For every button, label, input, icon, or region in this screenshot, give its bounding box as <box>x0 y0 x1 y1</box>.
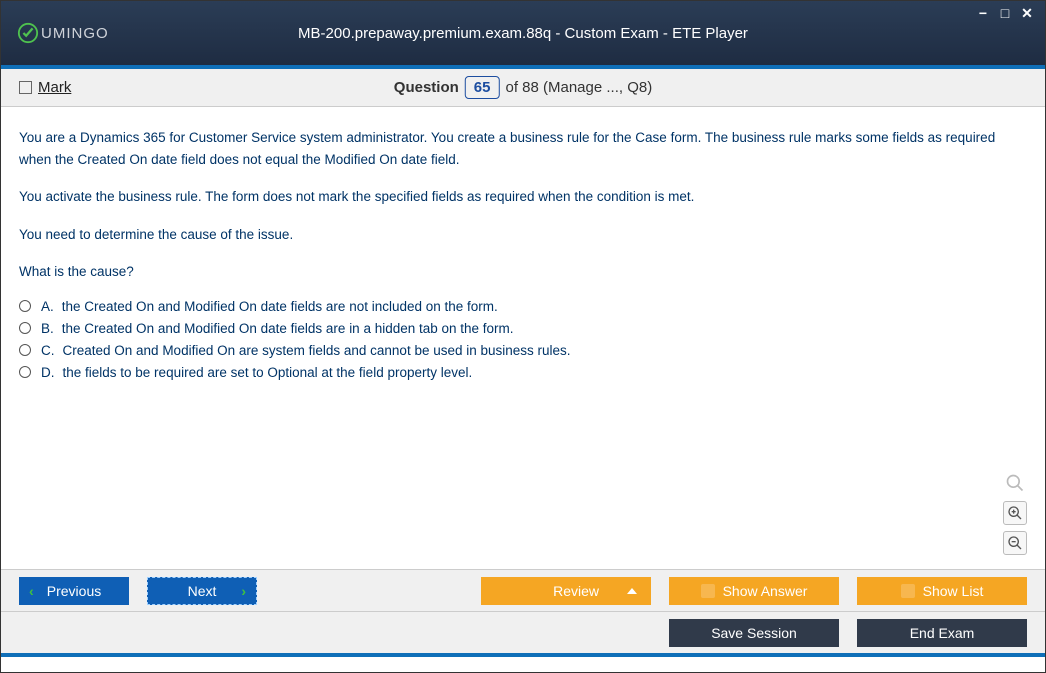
radio-icon <box>19 366 31 378</box>
question-para-2: You activate the business rule. The form… <box>19 186 1027 208</box>
option-text: Created On and Modified On are system fi… <box>63 343 571 358</box>
window-title: MB-200.prepaway.premium.exam.88q - Custo… <box>298 25 748 42</box>
radio-icon <box>19 300 31 312</box>
option-text: the Created On and Modified On date fiel… <box>62 299 498 314</box>
question-para-3: You need to determine the cause of the i… <box>19 224 1027 246</box>
options-list: A. the Created On and Modified On date f… <box>19 299 1027 380</box>
check-icon <box>17 22 39 44</box>
next-button[interactable]: Next › <box>147 577 257 605</box>
zoom-in-button[interactable] <box>1003 501 1027 525</box>
show-answer-label: Show Answer <box>723 583 808 599</box>
window-controls: − □ ✕ <box>975 5 1035 21</box>
review-button[interactable]: Review <box>481 577 651 605</box>
chevron-right-icon: › <box>241 583 246 599</box>
info-bar: Mark Question 65 of 88 (Manage ..., Q8) <box>1 69 1045 107</box>
close-button[interactable]: ✕ <box>1019 5 1035 21</box>
option-a[interactable]: A. the Created On and Modified On date f… <box>19 299 1027 314</box>
question-number-input[interactable]: 65 <box>465 76 500 99</box>
review-label: Review <box>553 583 599 599</box>
previous-button[interactable]: ‹ Previous <box>19 577 129 605</box>
option-b[interactable]: B. the Created On and Modified On date f… <box>19 321 1027 336</box>
question-text: You are a Dynamics 365 for Customer Serv… <box>19 127 1027 283</box>
option-c[interactable]: C. Created On and Modified On are system… <box>19 343 1027 358</box>
question-para-4: What is the cause? <box>19 261 1027 283</box>
app-logo: UMINGO <box>17 22 109 44</box>
footer-primary: ‹ Previous Next › Review Show Answer Sho… <box>1 569 1045 611</box>
question-word: Question <box>394 79 459 96</box>
next-label: Next <box>188 583 217 599</box>
save-session-button[interactable]: Save Session <box>669 619 839 647</box>
previous-label: Previous <box>47 583 101 599</box>
option-letter: D. <box>41 365 55 380</box>
brand-text: UMINGO <box>41 25 109 42</box>
maximize-button[interactable]: □ <box>997 5 1013 21</box>
show-answer-button[interactable]: Show Answer <box>669 577 839 605</box>
chevron-left-icon: ‹ <box>29 583 34 599</box>
option-letter: C. <box>41 343 55 358</box>
checkbox-icon <box>19 81 32 94</box>
show-list-button[interactable]: Show List <box>857 577 1027 605</box>
option-text: the fields to be required are set to Opt… <box>63 365 473 380</box>
list-icon <box>901 584 915 598</box>
mark-label: Mark <box>38 79 71 96</box>
answer-icon <box>701 584 715 598</box>
question-total: of 88 (Manage ..., Q8) <box>505 79 652 96</box>
question-navigator: Question 65 of 88 (Manage ..., Q8) <box>394 76 652 99</box>
option-letter: A. <box>41 299 54 314</box>
search-icon[interactable] <box>1003 471 1027 495</box>
question-content: You are a Dynamics 365 for Customer Serv… <box>1 107 1045 569</box>
end-exam-label: End Exam <box>910 625 975 641</box>
mark-checkbox[interactable]: Mark <box>19 79 71 96</box>
option-d[interactable]: D. the fields to be required are set to … <box>19 365 1027 380</box>
save-session-label: Save Session <box>711 625 797 641</box>
radio-icon <box>19 322 31 334</box>
show-list-label: Show List <box>923 583 984 599</box>
zoom-tools <box>1003 471 1027 555</box>
minimize-button[interactable]: − <box>975 5 991 21</box>
option-letter: B. <box>41 321 54 336</box>
triangle-up-icon <box>627 588 637 594</box>
question-para-1: You are a Dynamics 365 for Customer Serv… <box>19 127 1027 170</box>
zoom-out-button[interactable] <box>1003 531 1027 555</box>
option-text: the Created On and Modified On date fiel… <box>62 321 514 336</box>
divider-bottom <box>1 653 1045 657</box>
title-bar: UMINGO MB-200.prepaway.premium.exam.88q … <box>1 1 1045 65</box>
radio-icon <box>19 344 31 356</box>
footer-secondary: Save Session End Exam <box>1 611 1045 653</box>
end-exam-button[interactable]: End Exam <box>857 619 1027 647</box>
